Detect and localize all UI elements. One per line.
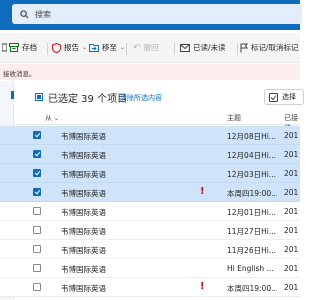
table-row[interactable]: 韦博国际英语 12月01日Hi... 2015/ xyxy=(0,202,300,221)
row-sender: 韦博国际英语 xyxy=(61,284,106,293)
read-unread-label: 已读/未读 xyxy=(193,43,226,52)
flag-label: 标记/取消标记 xyxy=(251,43,299,52)
move-button[interactable]: 移至 ⌄ xyxy=(89,42,125,53)
row-date: 2015/ xyxy=(284,264,298,273)
select-all-checkbox[interactable] xyxy=(35,93,43,101)
undo-icon: ↶ xyxy=(133,42,141,53)
table-row[interactable]: 韦博国际英语 12月04日Hi... 2015/ xyxy=(0,145,300,164)
row-subject: 11月26日Hi... xyxy=(227,246,276,255)
row-date: 2015/ xyxy=(284,226,298,235)
selection-header: 已选定 39 个项目 清除所选内容 选择 xyxy=(16,81,304,113)
table-row[interactable]: 韦博国际英语 11月27日Hi... 2015/ xyxy=(0,221,300,240)
checkmark-icon xyxy=(34,150,40,157)
search-box[interactable]: 搜索 xyxy=(12,4,302,24)
row-subject: Hi English ... xyxy=(227,264,274,273)
row-checkbox[interactable] xyxy=(33,188,41,196)
folder-move-icon xyxy=(89,44,99,52)
row-subject: 本周四19:00... xyxy=(227,189,277,198)
move-label: 移至 xyxy=(102,43,117,52)
row-sender: 韦博国际英语 xyxy=(61,208,106,217)
row-subject: 12月04日Hi... xyxy=(227,151,276,160)
undo-label: 撤回 xyxy=(143,43,159,52)
toolbar-divider xyxy=(126,43,127,55)
select-button[interactable]: 选择 xyxy=(264,89,304,105)
delete-button[interactable] xyxy=(2,42,7,52)
row-date: 2015/ xyxy=(284,283,298,292)
report-label: 报告 xyxy=(64,43,79,52)
row-sender: 韦博国际英语 xyxy=(61,246,106,255)
select-label: 选择 xyxy=(282,93,296,101)
row-sender: 韦博国际英语 xyxy=(61,151,106,160)
undo-button[interactable]: ↶ 撤回 xyxy=(133,42,159,53)
archive-label: 存档 xyxy=(22,43,37,52)
row-checkbox[interactable] xyxy=(33,264,41,272)
column-from[interactable]: 从 ⌄ xyxy=(45,113,59,123)
flag-button[interactable]: 标记/取消标记 xyxy=(240,42,299,53)
search-icon xyxy=(20,9,29,18)
row-subject: 12月03日Hi... xyxy=(227,170,276,179)
selection-count: 已选定 39 个项目 xyxy=(48,94,128,105)
active-folder-indicator xyxy=(11,91,14,99)
row-date: 2015/ xyxy=(284,150,298,159)
row-checkbox[interactable] xyxy=(33,207,41,215)
read-unread-button[interactable]: 已读/未读 xyxy=(180,42,226,53)
chevron-down-icon: ⌄ xyxy=(52,115,59,122)
row-checkbox[interactable] xyxy=(33,226,41,234)
row-checkbox[interactable] xyxy=(33,150,41,158)
row-subject: 12月01日Hi... xyxy=(227,208,276,217)
table-row[interactable]: 韦博国际英语! 本周四19:00... 2015/ xyxy=(0,278,300,297)
archive-button[interactable]: 存档 xyxy=(9,42,37,53)
row-date: 2015/ xyxy=(284,169,298,178)
select-icon xyxy=(269,92,278,102)
row-subject: 本周四19:00... xyxy=(227,284,277,293)
row-date: 2015/ xyxy=(284,245,298,254)
row-sender: 韦博国际英语 xyxy=(61,132,106,141)
row-checkbox[interactable] xyxy=(33,245,41,253)
row-checkbox[interactable] xyxy=(33,169,41,177)
row-sender: 韦博国际英语 xyxy=(61,170,106,179)
chevron-down-icon: ⌄ xyxy=(120,44,126,51)
table-row[interactable]: 韦博国际英语 12月03日Hi... 2015/ xyxy=(0,164,300,183)
checkmark-icon xyxy=(34,169,40,176)
table-row[interactable]: 韦博国际英语 11月26日Hi... 2015/ xyxy=(0,240,300,259)
title-bar: 搜索 xyxy=(0,0,302,30)
row-checkbox[interactable] xyxy=(33,283,41,291)
chevron-down-icon: ⌄ xyxy=(82,44,88,51)
checkmark-icon xyxy=(34,188,40,195)
delete-icon xyxy=(2,43,7,52)
flag-icon xyxy=(240,43,248,52)
row-subject: 12月08日Hi... xyxy=(227,132,276,141)
table-row[interactable]: 韦博国际英语 12月08日Hi... 2015/ xyxy=(0,126,300,145)
search-input[interactable]: 搜索 xyxy=(35,9,51,20)
envelope-icon xyxy=(180,43,190,52)
report-button[interactable]: 报告 ⌄ xyxy=(52,42,87,53)
row-sender: 韦博国际英语 xyxy=(61,189,106,198)
clear-selection-link[interactable]: 清除所选内容 xyxy=(120,93,162,103)
archive-icon xyxy=(9,43,19,52)
row-checkbox[interactable] xyxy=(33,131,41,139)
info-bar-text: 接收消息。 xyxy=(3,70,36,78)
row-date: 2015/ xyxy=(284,131,298,140)
toolbar-divider xyxy=(47,43,48,55)
column-subject[interactable]: 主题 xyxy=(227,113,241,123)
row-sender: 韦博国际英语 xyxy=(61,265,106,274)
table-row[interactable]: 韦博国际英语 Hi English ... 2015/ xyxy=(0,259,300,278)
row-date: 2015/ xyxy=(284,188,298,197)
toolbar-divider xyxy=(237,43,238,55)
column-header: 从 ⌄ 主题 已接收 xyxy=(16,111,300,132)
shield-icon xyxy=(52,42,61,53)
high-importance-icon: ! xyxy=(200,186,205,197)
ribbon-toolbar: 存档 报告 ⌄ 移至 ⌄ ↶ 撤回 已读/未读 标记/取消标记 xyxy=(0,33,300,63)
checkmark-icon xyxy=(34,131,40,138)
info-bar: 接收消息。 xyxy=(0,64,300,80)
row-date: 2015/ xyxy=(284,207,298,216)
high-importance-icon: ! xyxy=(200,281,205,292)
row-sender: 韦博国际英语 xyxy=(61,227,106,236)
table-row[interactable]: 韦博国际英语! 本周四19:00... 2015/ xyxy=(0,183,300,202)
toolbar-divider xyxy=(174,43,175,55)
row-subject: 11月27日Hi... xyxy=(227,227,276,236)
